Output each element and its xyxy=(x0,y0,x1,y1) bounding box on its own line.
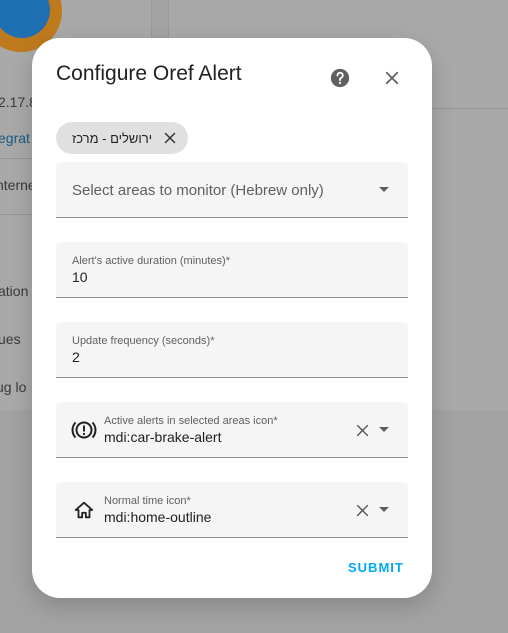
areas-dropdown-button[interactable] xyxy=(372,178,396,202)
help-icon xyxy=(330,68,350,88)
home-outline-icon xyxy=(70,496,98,524)
normal-icon-clear-button[interactable] xyxy=(350,498,374,522)
background-internet-text: nterne xyxy=(0,177,36,193)
chip-remove-button[interactable] xyxy=(162,130,178,146)
active-icon-picker[interactable]: Active alerts in selected areas icon* md… xyxy=(56,402,408,458)
alert-duration-label: Alert's active duration (minutes)* xyxy=(72,255,230,267)
close-icon xyxy=(164,132,176,144)
selected-area-chip[interactable]: ירושלים - מרכז xyxy=(56,122,189,154)
update-frequency-label: Update frequency (seconds)* xyxy=(72,335,215,347)
background-issues-text: ues xyxy=(0,331,21,347)
close-button[interactable] xyxy=(376,62,408,94)
normal-icon-picker[interactable]: Normal time icon* mdi:home-outline xyxy=(56,482,408,538)
areas-select[interactable]: Select areas to monitor (Hebrew only) xyxy=(56,162,408,218)
active-icon-value: mdi:car-brake-alert xyxy=(104,429,222,445)
normal-icon-value: mdi:home-outline xyxy=(104,509,212,525)
background-ation-text: ation xyxy=(0,283,29,299)
chevron-down-icon xyxy=(379,427,389,432)
background-integration-link: egrat xyxy=(0,130,30,146)
dialog-title: Configure Oref Alert xyxy=(56,62,242,85)
normal-icon-label: Normal time icon* xyxy=(104,495,191,507)
close-icon xyxy=(356,424,368,436)
configure-dialog: Configure Oref Alert ירושלים - מרכז Sele… xyxy=(32,38,432,598)
active-icon-label: Active alerts in selected areas icon* xyxy=(104,415,278,427)
chevron-down-icon xyxy=(379,507,389,512)
alert-duration-value: 10 xyxy=(72,269,88,285)
submit-button[interactable]: SUBMIT xyxy=(348,560,404,575)
chevron-down-icon xyxy=(379,187,389,192)
normal-icon-dropdown-button[interactable] xyxy=(372,498,396,522)
car-brake-alert-icon xyxy=(70,416,98,444)
chip-label: ירושלים - מרכז xyxy=(72,130,153,146)
active-icon-clear-button[interactable] xyxy=(350,418,374,442)
close-icon xyxy=(356,504,368,516)
update-frequency-value: 2 xyxy=(72,349,80,365)
areas-select-placeholder: Select areas to monitor (Hebrew only) xyxy=(72,182,324,199)
help-button[interactable] xyxy=(324,62,356,94)
update-frequency-field[interactable]: Update frequency (seconds)* 2 xyxy=(56,322,408,378)
active-icon-dropdown-button[interactable] xyxy=(372,418,396,442)
alert-duration-field[interactable]: Alert's active duration (minutes)* 10 xyxy=(56,242,408,298)
background-debug-text: ug lo xyxy=(0,379,27,395)
close-icon xyxy=(385,71,399,85)
